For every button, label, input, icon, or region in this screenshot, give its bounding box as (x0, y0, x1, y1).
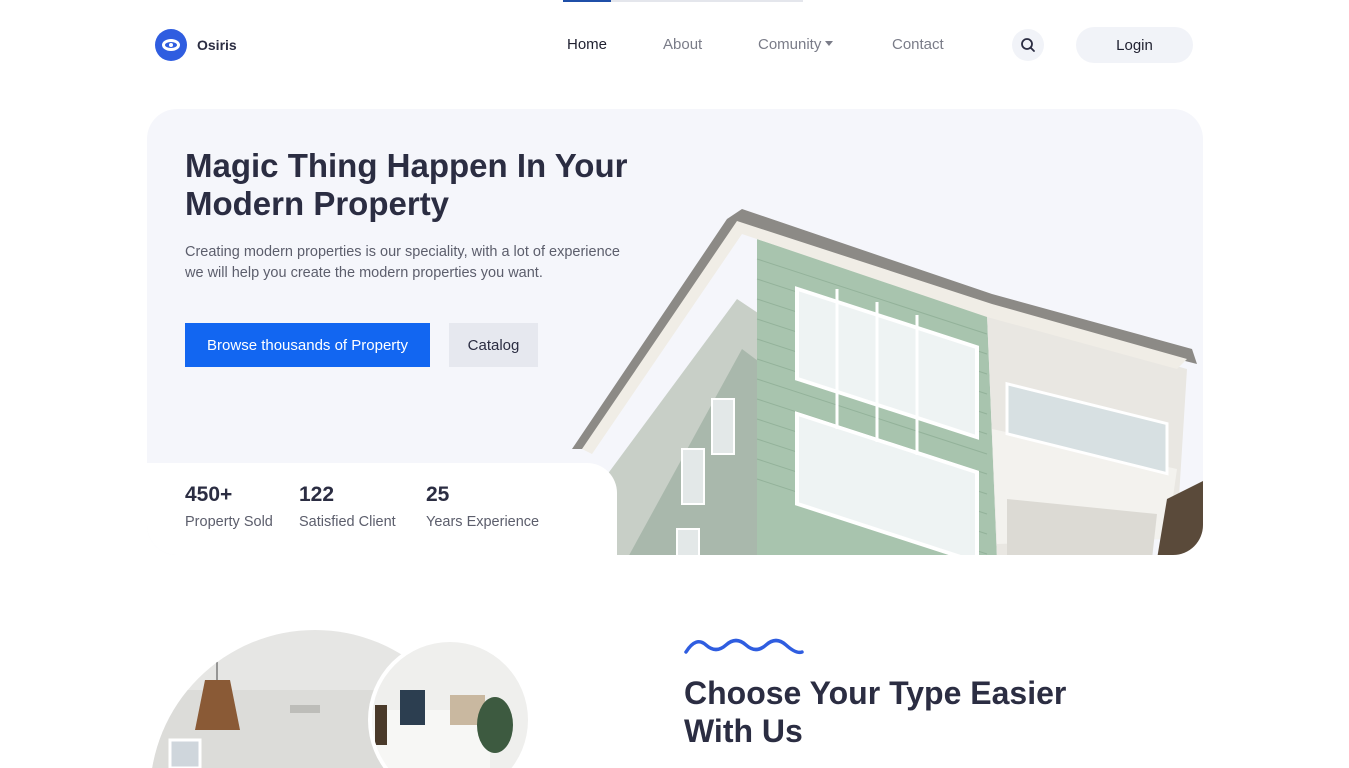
catalog-button[interactable]: Catalog (449, 323, 538, 367)
stat-label: Property Sold (185, 514, 273, 530)
wave-decoration-icon (684, 638, 804, 655)
section-title: Choose Your Type Easier With Us (684, 675, 1067, 749)
building-image (567, 209, 1203, 555)
nav-link-community[interactable]: Comunity (758, 36, 834, 53)
caret-down-icon (825, 40, 834, 46)
search-icon (1021, 38, 1035, 52)
interior-photos (150, 630, 530, 768)
search-button[interactable] (1012, 29, 1044, 61)
brand[interactable]: Osiris (155, 29, 237, 61)
nav-link-about[interactable]: About (663, 36, 702, 53)
nav-link-home[interactable]: Home (567, 36, 607, 53)
stats-card: 450+ Property Sold 122 Satisfied Client … (147, 463, 617, 555)
nav-link-contact[interactable]: Contact (892, 36, 944, 53)
stat-label: Years Experience (426, 514, 540, 530)
navbar: Osiris Home About Comunity Contact Login (0, 0, 1349, 90)
login-button[interactable]: Login (1076, 27, 1193, 63)
stat-value: 25 (426, 483, 450, 506)
stat-label: Satisfied Client (299, 514, 396, 530)
stat-satisfied-client: 122 Satisfied Client (299, 483, 396, 530)
nav-link-community-label: Comunity (758, 36, 822, 53)
stat-property-sold: 450+ Property Sold (185, 483, 273, 530)
hero-section: Magic Thing Happen In Your Modern Proper… (147, 109, 1203, 555)
stat-value: 122 (299, 483, 335, 506)
brand-name: Osiris (197, 37, 237, 53)
stat-value: 450+ (185, 483, 233, 506)
browse-properties-button[interactable]: Browse thousands of Property (185, 323, 430, 367)
stat-years-experience: 25 Years Experience (426, 483, 539, 530)
eye-logo-icon (155, 29, 187, 61)
